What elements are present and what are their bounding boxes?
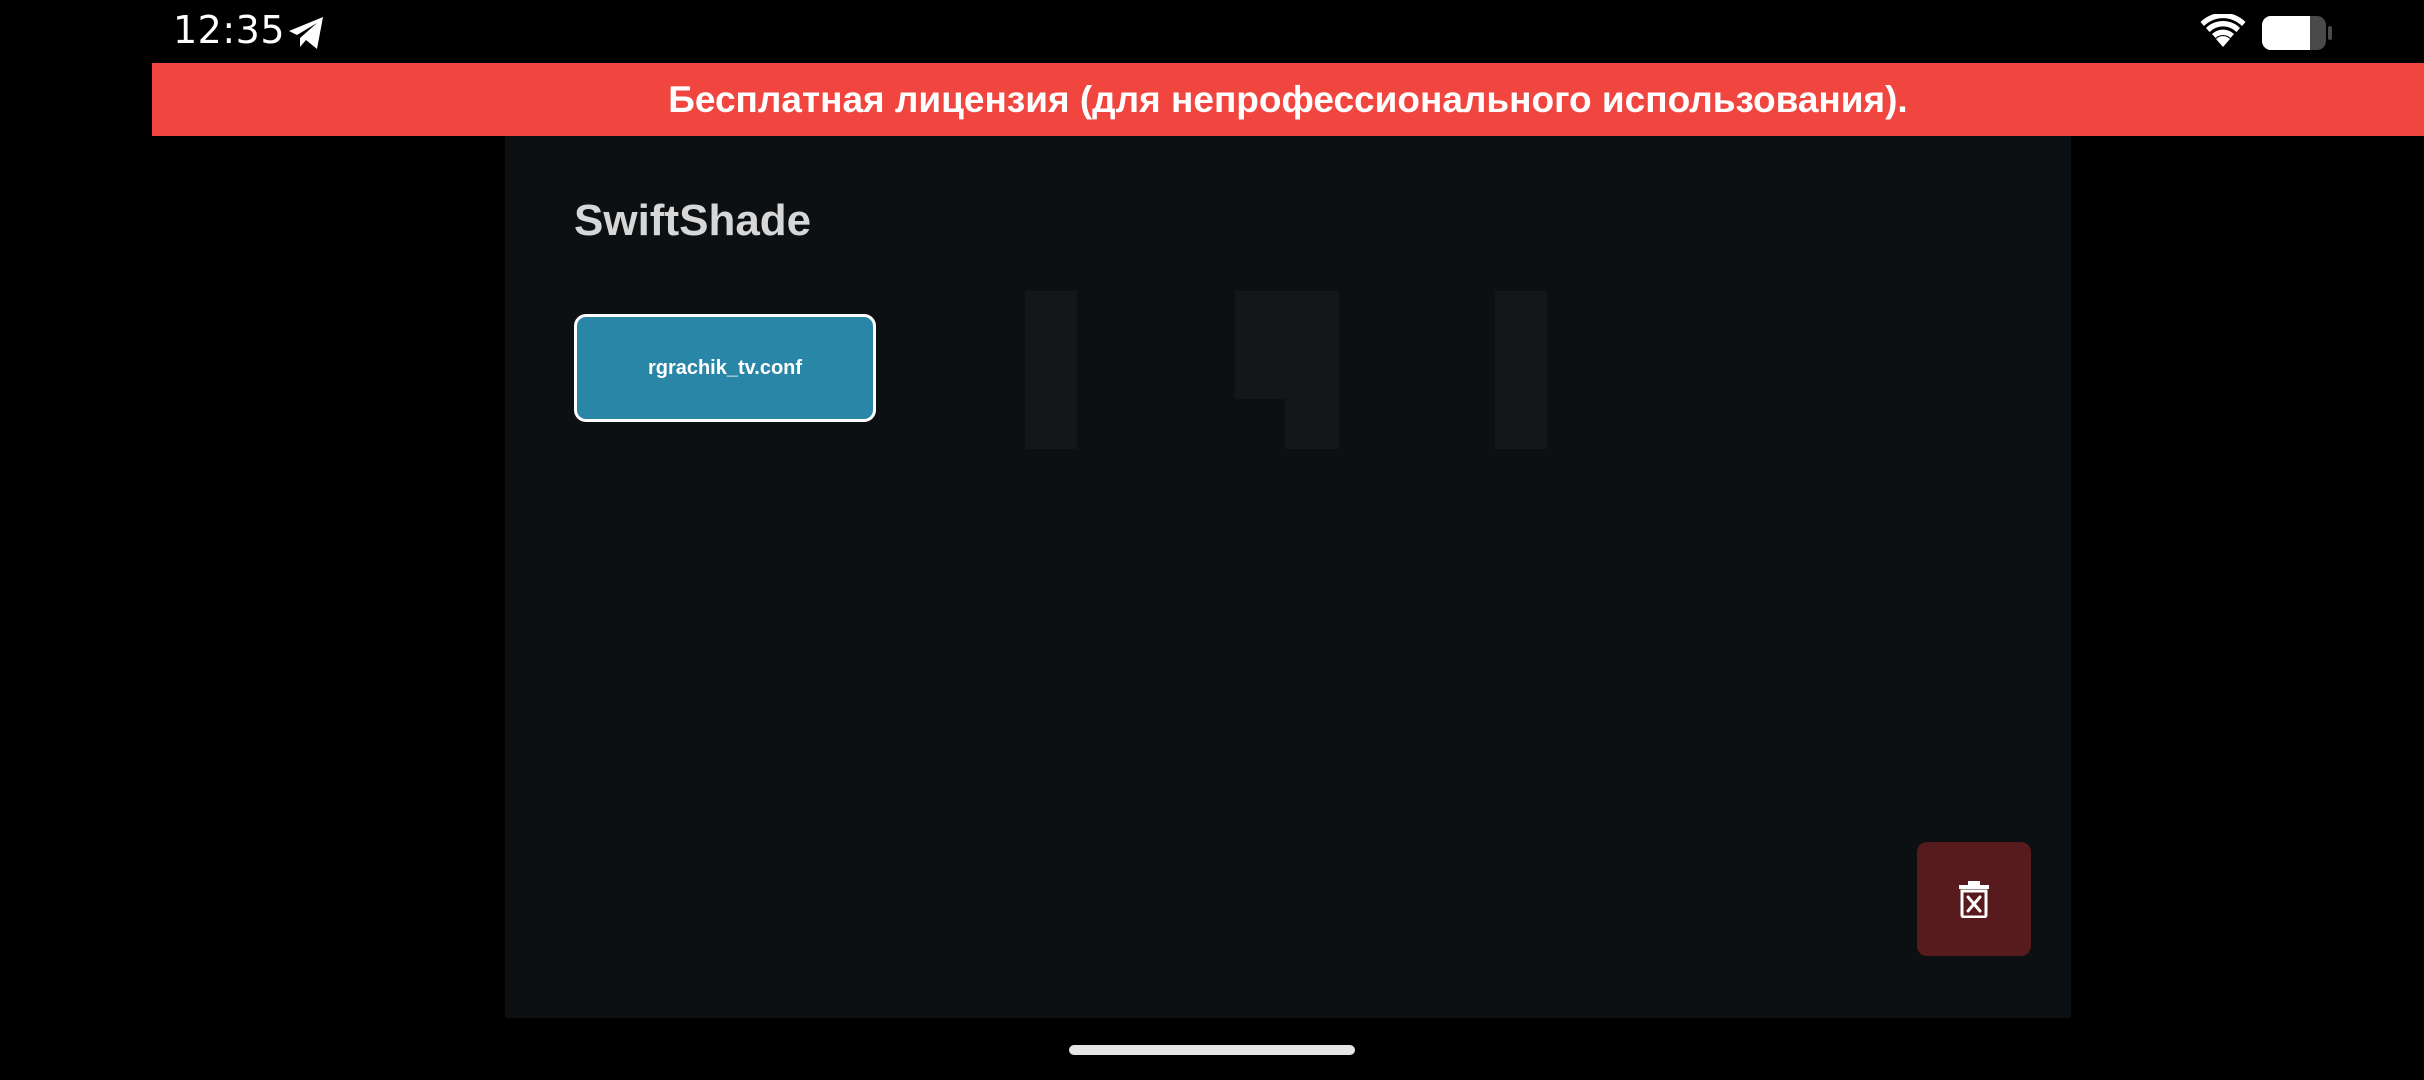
license-banner-text: Бесплатная лицензия (для непрофессиональ… (668, 78, 1908, 120)
wifi-icon (2200, 14, 2246, 47)
license-banner: Бесплатная лицензия (для непрофессиональ… (152, 63, 2424, 136)
main-panel: SwiftShade rgrachik_tv.conf (505, 136, 2071, 1018)
config-file-button[interactable]: rgrachik_tv.conf (574, 314, 876, 422)
delete-button[interactable] (1917, 842, 2031, 956)
background-shape (1025, 291, 1077, 449)
screen: 12:35 Бесплатная лицензия (для непрофесс… (0, 0, 2424, 1080)
trash-close-icon (1959, 881, 1989, 918)
background-shape (1285, 291, 1339, 449)
status-bar: 12:35 (0, 0, 2424, 63)
home-indicator[interactable] (1069, 1045, 1355, 1055)
status-time: 12:35 (173, 8, 286, 52)
config-file-label: rgrachik_tv.conf (647, 356, 803, 379)
background-shape (1495, 291, 1547, 449)
telegram-icon (289, 17, 323, 49)
battery-icon (2262, 16, 2332, 50)
page-title: SwiftShade (574, 196, 812, 245)
